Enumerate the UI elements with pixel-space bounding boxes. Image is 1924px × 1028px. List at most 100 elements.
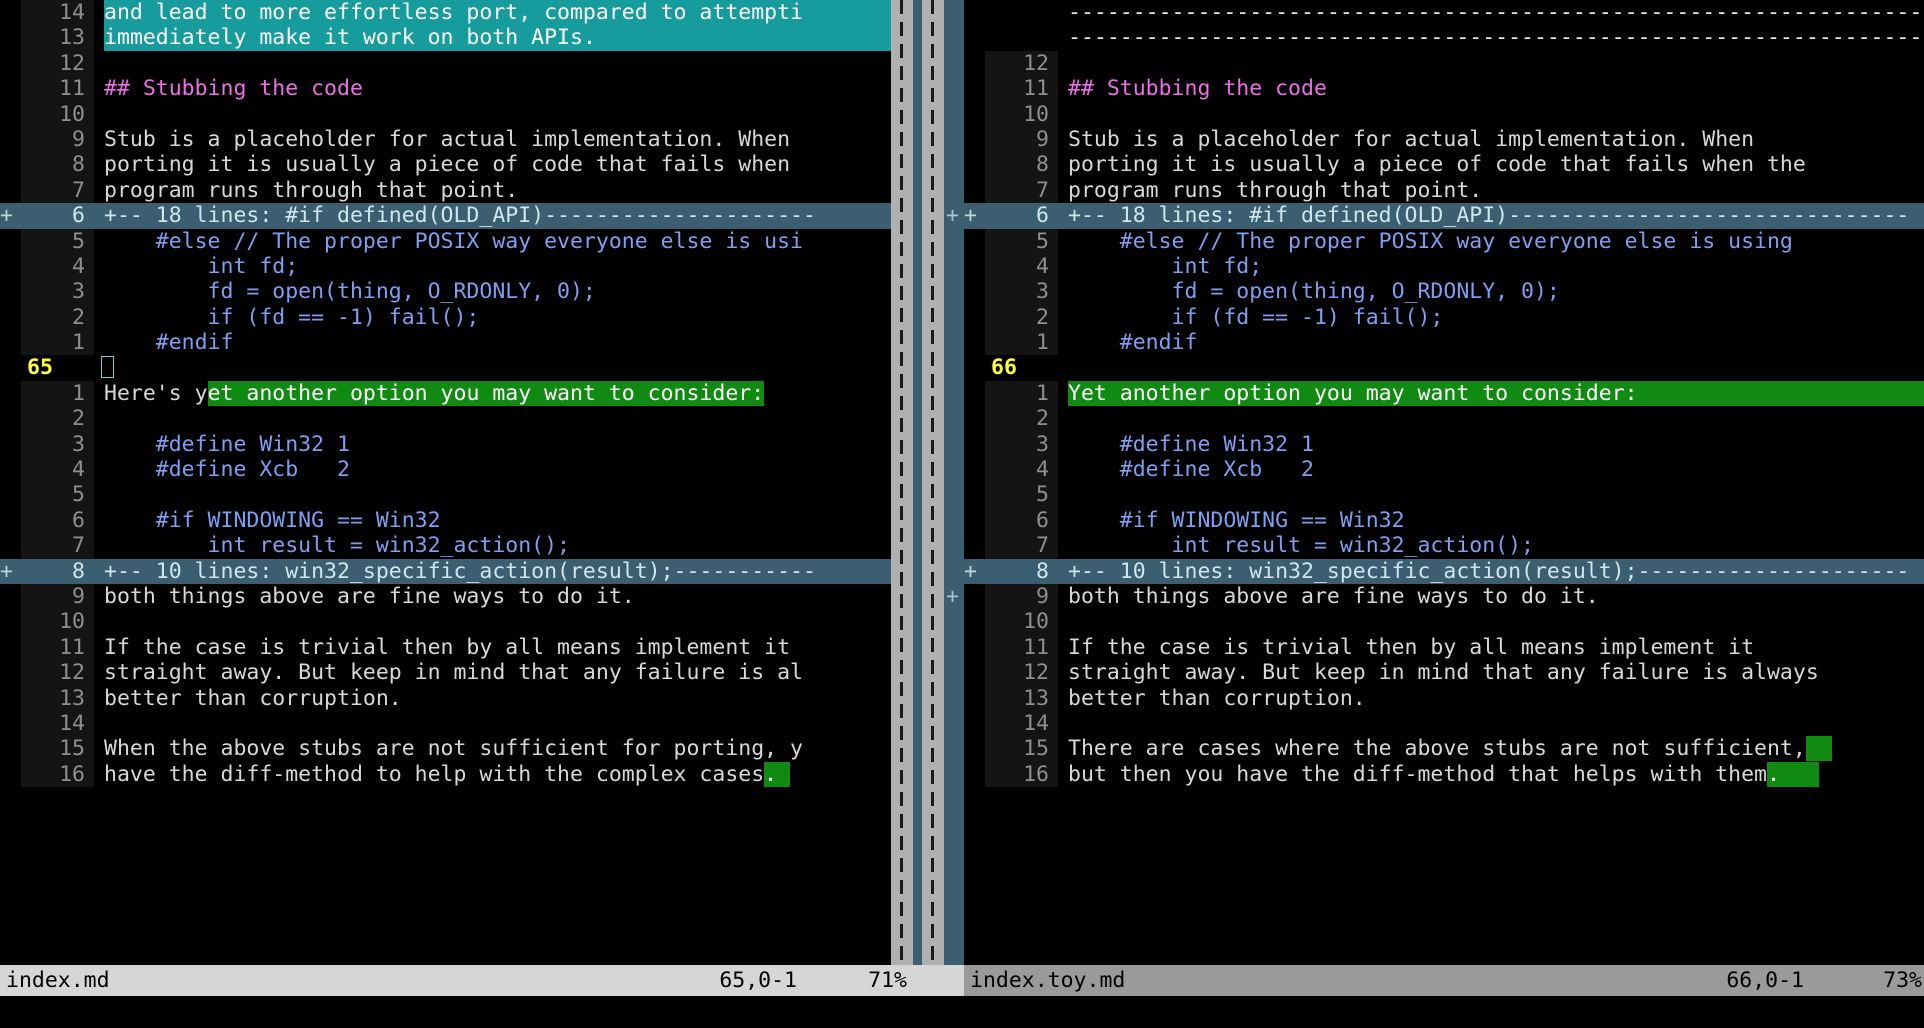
editor-line[interactable]: 4 int fd; — [0, 253, 913, 280]
editor-line[interactable]: +6 +-- 18 lines: #if defined(OLD_API)----… — [0, 203, 913, 229]
editor-line[interactable]: +8 +-- 10 lines: win32_specific_action(re… — [0, 558, 913, 584]
editor-line[interactable]: 12 — [0, 50, 913, 77]
editor-line[interactable]: 3 fd = open(thing, O_RDONLY, 0); — [964, 279, 1924, 305]
line-text: When the above stubs are not sufficient … — [94, 736, 913, 762]
line-number: 8 — [985, 152, 1058, 178]
editor-line[interactable]: 16 have the diff-method to help with the … — [0, 761, 913, 788]
editor-line[interactable]: 4 #define Xcb 2 — [964, 457, 1924, 483]
editor-line[interactable]: ----------------------------------------… — [964, 25, 1924, 58]
line-number: 10 — [21, 101, 94, 127]
editor-line[interactable]: +6 +-- 18 lines: #if defined(OLD_API)----… — [964, 203, 1924, 229]
editor-line[interactable]: 2 if (fd == -1) fail(); — [964, 304, 1924, 331]
editor-line[interactable]: 12 — [964, 50, 1924, 77]
editor-line[interactable]: 6 #if WINDOWING == Win32 — [0, 507, 913, 534]
line-number: 8 — [985, 558, 1058, 584]
text-span: porting it is usually a piece of code th… — [1068, 152, 1806, 178]
text-span: porting it is usually a piece of code th… — [104, 152, 791, 178]
editor-line[interactable]: 5 — [964, 482, 1924, 508]
text-span: #define Win32 1 — [104, 431, 350, 457]
pane-left-index-md[interactable]: 14 and lead to more effortless port, comp… — [0, 0, 913, 965]
line-text: #endif — [1058, 330, 1924, 356]
editor-line[interactable]: 16 but then you have the diff-method that… — [964, 761, 1924, 788]
editor-line[interactable]: 7 int result = win32_action(); — [964, 533, 1924, 559]
text-span: and lead to more effortless port, compar… — [104, 0, 913, 26]
line-number: 1 — [985, 380, 1058, 407]
editor-line[interactable]: 10 — [0, 101, 913, 127]
editor-line[interactable]: 2 if (fd == -1) fail(); — [0, 304, 913, 331]
editor-line[interactable]: 66 — [964, 355, 1924, 381]
line-number: 14 — [21, 0, 94, 26]
status-left-percent: 71% — [868, 968, 907, 993]
editor-line[interactable]: 65 — [0, 355, 913, 381]
editor-line[interactable]: 4 #define Xcb 2 — [0, 457, 913, 483]
text-span: +-- 10 lines: win32_specific_action(resu… — [104, 558, 816, 584]
sign-column — [0, 152, 21, 178]
editor-line[interactable]: 3 #define Win32 1 — [964, 431, 1924, 458]
pane-divider[interactable]: + + — [913, 0, 964, 965]
editor-line[interactable]: 13 better than corruption. — [0, 685, 913, 711]
editor-line[interactable]: 15 There are cases where the above stubs … — [964, 736, 1924, 762]
left-pane-scrollbar-thumb[interactable] — [900, 0, 903, 965]
editor-line[interactable]: 11 If the case is trivial then by all mea… — [964, 634, 1924, 661]
editor-line[interactable]: 13 immediately make it work on both APIs. — [0, 25, 913, 51]
editor-line[interactable]: 1 Yet another option you may want to cons… — [964, 380, 1924, 407]
editor-line[interactable]: 11 ## Stubbing the code — [964, 76, 1924, 102]
editor-line[interactable]: 7 program runs through that point. — [964, 177, 1924, 204]
editor-line[interactable]: 8 porting it is usually a piece of code t… — [964, 152, 1924, 178]
editor-line[interactable]: 11 ## Stubbing the code — [0, 76, 913, 102]
editor-line[interactable]: 5 — [0, 482, 913, 508]
editor-line[interactable]: 1 Here's yet another option you may want … — [0, 380, 913, 407]
editor-line[interactable]: 6 #if WINDOWING == Win32 — [964, 507, 1924, 534]
sign-column — [0, 25, 21, 51]
editor-line[interactable]: 9 Stub is a placeholder for actual implem… — [0, 126, 913, 153]
line-number: 7 — [985, 533, 1058, 559]
editor-line[interactable]: 10 — [964, 609, 1924, 635]
editor-line[interactable]: 3 #define Win32 1 — [0, 431, 913, 458]
editor-line[interactable]: 5 #else // The proper POSIX way everyone… — [964, 228, 1924, 254]
pane-right-index-toy-md[interactable]: ----------------------------------------… — [964, 0, 1924, 965]
line-number: 5 — [985, 228, 1058, 254]
sign-column — [964, 609, 985, 635]
editor-line[interactable]: 9 both things above are fine ways to do i… — [0, 583, 913, 610]
editor-line[interactable]: 1 #endif — [964, 330, 1924, 356]
editor-line[interactable]: 15 When the above stubs are not sufficien… — [0, 736, 913, 762]
editor-line[interactable]: 4 int fd; — [964, 253, 1924, 280]
text-span: . — [764, 761, 778, 787]
sign-column — [964, 380, 985, 407]
left-pane-scrollbar[interactable] — [891, 0, 913, 965]
sign-column — [964, 126, 985, 153]
editor-line[interactable]: 8 porting it is usually a piece of code t… — [0, 152, 913, 178]
editor-line[interactable]: ----------------------------------------… — [964, 0, 1924, 32]
editor-line[interactable]: 13 better than corruption. — [964, 685, 1924, 711]
text-span — [777, 761, 791, 787]
editor-line[interactable]: 2 — [964, 406, 1924, 432]
editor-line[interactable]: 2 — [0, 406, 913, 432]
editor-line[interactable]: +8 +-- 10 lines: win32_specific_action(re… — [964, 558, 1924, 584]
editor-line[interactable]: 12 straight away. But keep in mind that a… — [964, 660, 1924, 686]
editor-line[interactable]: 5 #else // The proper POSIX way everyone… — [0, 228, 913, 254]
text-span: straight away. But keep in mind that any… — [1068, 660, 1819, 686]
editor-line[interactable]: 3 fd = open(thing, O_RDONLY, 0); — [0, 279, 913, 305]
editor-line[interactable]: 14 — [964, 710, 1924, 737]
editor-line[interactable]: 10 — [964, 101, 1924, 127]
editor-line[interactable]: 14 and lead to more effortless port, comp… — [0, 0, 913, 26]
sign-column — [964, 25, 985, 51]
divider-scrollbar-thumb[interactable] — [931, 0, 934, 965]
editor-line[interactable]: 10 — [0, 609, 913, 635]
line-text: +-- 18 lines: #if defined(OLD_API)------… — [1058, 203, 1924, 229]
line-text: porting it is usually a piece of code th… — [1058, 152, 1924, 178]
editor-line[interactable]: 11 If the case is trivial then by all mea… — [0, 634, 913, 661]
status-bar-gap — [913, 965, 964, 996]
line-text — [1058, 710, 1924, 737]
editor-line[interactable]: 9 Stub is a placeholder for actual implem… — [964, 126, 1924, 153]
editor-line[interactable]: 14 — [0, 710, 913, 737]
text-span: #else // The proper POSIX way everyone e… — [1068, 228, 1793, 254]
editor-line[interactable]: 7 program runs through that point. — [0, 177, 913, 204]
line-number: 13 — [21, 25, 94, 51]
editor-line[interactable]: 1 #endif — [0, 330, 913, 356]
editor-line[interactable]: 7 int result = win32_action(); — [0, 533, 913, 559]
editor-panes: 14 and lead to more effortless port, comp… — [0, 0, 1924, 965]
editor-line[interactable]: 12 straight away. But keep in mind that a… — [0, 660, 913, 686]
editor-line[interactable]: 9 both things above are fine ways to do i… — [964, 583, 1924, 610]
sign-column — [0, 76, 21, 102]
